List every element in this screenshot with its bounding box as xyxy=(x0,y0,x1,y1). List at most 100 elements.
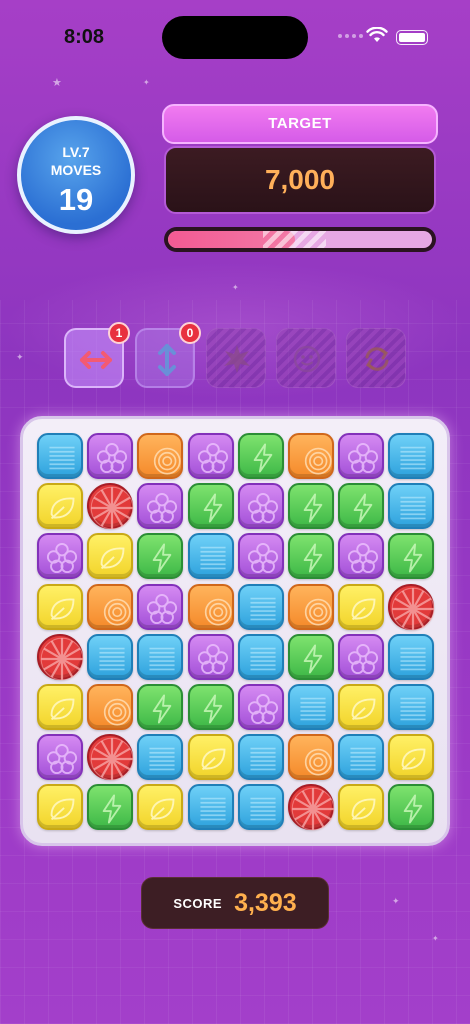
tile-green[interactable] xyxy=(187,483,234,530)
tile-purple[interactable] xyxy=(187,433,234,479)
tile-purple[interactable] xyxy=(237,533,284,580)
tile-orange[interactable] xyxy=(87,583,134,630)
tile-yellow[interactable] xyxy=(87,533,134,580)
striped-tile-icon xyxy=(300,697,326,721)
tile-blue[interactable] xyxy=(388,633,435,680)
tile-blue[interactable] xyxy=(237,784,284,831)
tile-green[interactable] xyxy=(187,684,234,730)
target-progress-bar xyxy=(164,227,436,252)
tile-yellow[interactable] xyxy=(338,583,385,630)
smiley-icon xyxy=(293,345,321,373)
tile-red[interactable] xyxy=(87,483,134,530)
battery-icon xyxy=(396,30,428,45)
cellular-signal-icon xyxy=(338,34,363,38)
tile-purple[interactable] xyxy=(237,483,284,530)
tile-orange[interactable] xyxy=(288,433,334,479)
tile-purple[interactable] xyxy=(187,633,234,680)
tile-blue[interactable] xyxy=(237,734,284,781)
tile-green[interactable] xyxy=(237,433,284,479)
tile-orange[interactable] xyxy=(87,684,134,730)
tile-green[interactable] xyxy=(288,533,334,580)
tile-yellow[interactable] xyxy=(137,784,184,831)
tile-blue[interactable] xyxy=(187,533,234,580)
flower-icon xyxy=(147,493,178,524)
tile-green[interactable] xyxy=(338,483,385,530)
spiral-icon xyxy=(204,598,232,626)
tile-yellow[interactable] xyxy=(338,784,385,831)
tile-blue[interactable] xyxy=(37,433,83,479)
booster-color-bomb[interactable] xyxy=(276,328,336,388)
lightning-icon xyxy=(203,493,222,523)
tile-blue[interactable] xyxy=(137,633,184,680)
tile-green[interactable] xyxy=(137,533,184,580)
booster-column-clear[interactable]: 0 xyxy=(135,322,201,388)
peppermint-candy-icon xyxy=(40,637,84,681)
tile-orange[interactable] xyxy=(187,583,234,630)
lightning-icon xyxy=(203,694,222,724)
tile-blue[interactable] xyxy=(187,784,234,831)
tile-blue[interactable] xyxy=(237,583,284,630)
leaf-icon xyxy=(50,698,75,721)
tile-purple[interactable] xyxy=(338,633,385,680)
tile-green[interactable] xyxy=(288,633,334,680)
tile-blue[interactable] xyxy=(288,684,334,730)
booster-row-clear[interactable]: 1 xyxy=(64,322,130,388)
tile-blue[interactable] xyxy=(388,433,435,479)
tile-yellow[interactable] xyxy=(37,784,83,831)
tile-orange[interactable] xyxy=(288,583,334,630)
flower-icon xyxy=(348,643,379,674)
booster-bomb[interactable] xyxy=(206,328,266,388)
lightning-icon xyxy=(303,493,323,523)
tile-yellow[interactable] xyxy=(338,684,385,730)
horizontal-arrows-icon xyxy=(80,351,112,369)
striped-tile-icon xyxy=(250,647,276,671)
tile-purple[interactable] xyxy=(338,433,385,479)
clock: 8:08 xyxy=(64,26,105,48)
score-label: SCORE xyxy=(173,895,223,911)
tile-orange[interactable] xyxy=(288,734,334,781)
tile-yellow[interactable] xyxy=(37,583,83,630)
tile-purple[interactable] xyxy=(87,433,134,479)
lightning-icon xyxy=(253,443,273,473)
tile-purple[interactable] xyxy=(37,533,83,580)
leaf-icon xyxy=(401,748,426,771)
tile-blue[interactable] xyxy=(388,684,435,730)
spiral-icon xyxy=(304,598,332,626)
tile-orange[interactable] xyxy=(137,433,184,479)
lightning-icon xyxy=(153,694,172,724)
tile-purple[interactable] xyxy=(237,684,284,730)
tile-yellow[interactable] xyxy=(37,684,83,730)
tile-green[interactable] xyxy=(288,483,334,530)
game-board xyxy=(20,416,450,846)
tile-blue[interactable] xyxy=(237,633,284,680)
progress-stripe xyxy=(263,231,327,248)
tile-purple[interactable] xyxy=(137,483,184,530)
tile-purple[interactable] xyxy=(37,734,83,781)
tile-green[interactable] xyxy=(388,784,435,831)
tile-blue[interactable] xyxy=(87,633,134,680)
tile-yellow[interactable] xyxy=(37,483,83,530)
target-label: TARGET xyxy=(162,104,438,144)
spiral-icon xyxy=(154,447,181,475)
moves-counter: LV.7 MOVES 19 xyxy=(17,116,135,234)
leaf-icon xyxy=(50,497,75,520)
score-panel: SCORE 3,393 xyxy=(141,877,329,929)
tile-blue[interactable] xyxy=(388,483,435,530)
spiral-icon xyxy=(104,598,131,626)
lightning-icon xyxy=(404,543,423,573)
tile-green[interactable] xyxy=(87,784,134,831)
flower-icon xyxy=(348,442,379,474)
tile-green[interactable] xyxy=(137,684,184,730)
tile-purple[interactable] xyxy=(137,583,184,630)
tile-yellow[interactable] xyxy=(388,734,435,781)
booster-shuffle[interactable] xyxy=(346,328,406,388)
tile-yellow[interactable] xyxy=(187,734,234,781)
tile-red[interactable] xyxy=(87,734,134,781)
tile-purple[interactable] xyxy=(338,533,385,580)
tile-red[interactable] xyxy=(288,784,335,831)
tile-blue[interactable] xyxy=(338,734,385,781)
tile-red[interactable] xyxy=(37,633,84,681)
tile-blue[interactable] xyxy=(137,734,184,781)
tile-red[interactable] xyxy=(388,583,435,630)
tile-green[interactable] xyxy=(388,533,435,580)
